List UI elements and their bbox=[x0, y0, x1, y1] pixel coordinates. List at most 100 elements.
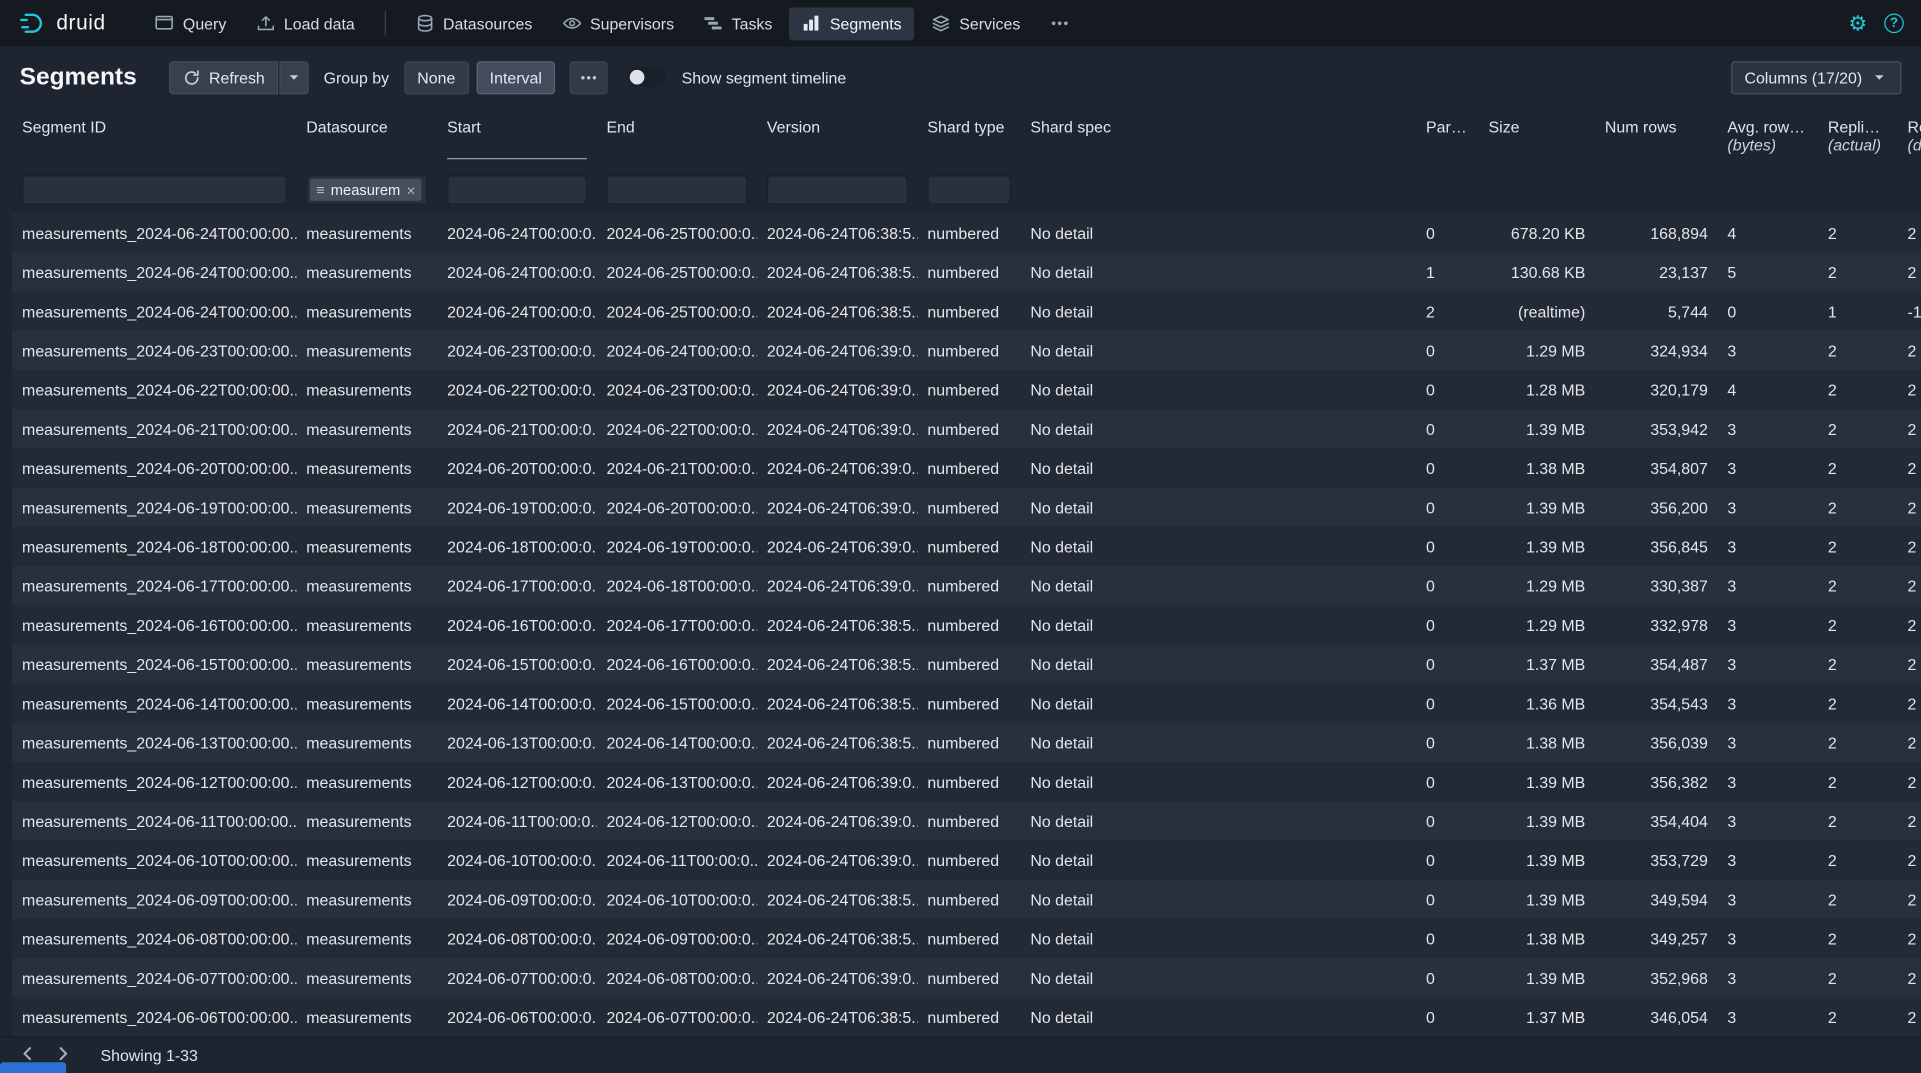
column-header-end[interactable]: End bbox=[597, 108, 757, 167]
segment-row[interactable]: measurements_2024-06-07T00:00:00....meas… bbox=[12, 958, 1921, 997]
refresh-dropdown-button[interactable] bbox=[279, 61, 308, 94]
cell-num_rows: 349,257 bbox=[1595, 919, 1718, 958]
cell-repl_factor: 2 bbox=[1898, 448, 1921, 487]
segment-timeline-switch[interactable] bbox=[628, 67, 667, 87]
cell-start: 2024-06-07T00:00:0... bbox=[437, 958, 596, 997]
column-header-version[interactable]: Version bbox=[757, 108, 917, 167]
datasource-filter-tag[interactable]: ≡measurem× bbox=[310, 179, 422, 201]
cell-avg_row_size: 3 bbox=[1718, 644, 1818, 683]
segment-row[interactable]: measurements_2024-06-18T00:00:00....meas… bbox=[12, 527, 1921, 566]
cell-shard_type: numbered bbox=[918, 723, 1021, 762]
segment-row[interactable]: measurements_2024-06-16T00:00:00....meas… bbox=[12, 605, 1921, 644]
filter-cell-datasource: ≡measurem× bbox=[296, 167, 437, 214]
nav-item-datasources[interactable]: Datasources bbox=[403, 7, 545, 40]
segment-row[interactable]: measurements_2024-06-24T00:00:00....meas… bbox=[12, 213, 1921, 252]
segment-row[interactable]: measurements_2024-06-24T00:00:00....meas… bbox=[12, 252, 1921, 291]
query-icon bbox=[155, 13, 175, 33]
more-icon bbox=[580, 68, 598, 86]
segment-row[interactable]: measurements_2024-06-15T00:00:00....meas… bbox=[12, 644, 1921, 683]
cell-datasource: measurements bbox=[296, 801, 437, 840]
column-header-replicas[interactable]: Replicas(actual) bbox=[1818, 108, 1898, 167]
segment-row[interactable]: measurements_2024-06-10T00:00:00....meas… bbox=[12, 840, 1921, 879]
filter-input-start[interactable] bbox=[447, 175, 587, 204]
column-header-shard_type[interactable]: Shard type bbox=[918, 108, 1021, 167]
column-header-shard_spec[interactable]: Shard spec bbox=[1021, 108, 1417, 167]
column-label-partition: Partition bbox=[1426, 118, 1469, 136]
segment-row[interactable]: measurements_2024-06-19T00:00:00....meas… bbox=[12, 488, 1921, 527]
group-by-none-button[interactable]: None bbox=[404, 61, 469, 94]
segment-row[interactable]: measurements_2024-06-24T00:00:00....meas… bbox=[12, 292, 1921, 331]
settings-gear-icon[interactable]: ⚙ bbox=[1848, 13, 1867, 34]
cell-size: 1.38 MB bbox=[1479, 723, 1595, 762]
cell-partition: 0 bbox=[1416, 997, 1478, 1036]
cell-repl_factor: 2 bbox=[1898, 213, 1921, 252]
brand[interactable]: druid bbox=[17, 10, 106, 37]
column-header-num_rows[interactable]: Num rows bbox=[1595, 108, 1718, 167]
segment-row[interactable]: measurements_2024-06-09T00:00:00....meas… bbox=[12, 880, 1921, 919]
column-sublabel-avg_row_size: (bytes) bbox=[1727, 136, 1808, 154]
cell-version: 2024-06-24T06:39:0... bbox=[757, 448, 917, 487]
cell-size: 1.39 MB bbox=[1479, 488, 1595, 527]
filter-input-version[interactable] bbox=[767, 175, 908, 204]
cell-avg_row_size: 3 bbox=[1718, 684, 1818, 723]
cell-shard_spec: No detail bbox=[1021, 684, 1417, 723]
nav-item-services[interactable]: Services bbox=[919, 7, 1033, 40]
cell-shard_type: numbered bbox=[918, 684, 1021, 723]
column-header-avg_row_size[interactable]: Avg. row size(bytes) bbox=[1718, 108, 1818, 167]
nav-item-more[interactable] bbox=[1037, 7, 1081, 40]
column-header-datasource[interactable]: Datasource bbox=[296, 108, 437, 167]
filter-input-datasource[interactable]: ≡measurem× bbox=[306, 175, 427, 204]
cell-end: 2024-06-25T00:00:0... bbox=[597, 292, 757, 331]
cell-partition: 0 bbox=[1416, 213, 1478, 252]
cell-segment_id: measurements_2024-06-19T00:00:00.... bbox=[12, 488, 296, 527]
cell-datasource: measurements bbox=[296, 880, 437, 919]
nav-item-supervisors[interactable]: Supervisors bbox=[550, 7, 687, 40]
filter-input-segment_id[interactable] bbox=[22, 175, 287, 204]
segment-row[interactable]: measurements_2024-06-11T00:00:00....meas… bbox=[12, 801, 1921, 840]
segment-row[interactable]: measurements_2024-06-12T00:00:00....meas… bbox=[12, 762, 1921, 801]
refresh-icon bbox=[182, 68, 200, 86]
cell-datasource: measurements bbox=[296, 723, 437, 762]
cell-segment_id: measurements_2024-06-24T00:00:00.... bbox=[12, 213, 296, 252]
cell-size: 1.38 MB bbox=[1479, 448, 1595, 487]
segment-row[interactable]: measurements_2024-06-06T00:00:00....meas… bbox=[12, 997, 1921, 1036]
filter-input-end[interactable] bbox=[606, 175, 747, 204]
segment-row[interactable]: measurements_2024-06-14T00:00:00....meas… bbox=[12, 684, 1921, 723]
segment-row[interactable]: measurements_2024-06-23T00:00:00....meas… bbox=[12, 331, 1921, 370]
navbar-divider bbox=[384, 11, 385, 36]
segment-row[interactable]: measurements_2024-06-08T00:00:00....meas… bbox=[12, 919, 1921, 958]
column-header-segment_id[interactable]: Segment ID bbox=[12, 108, 296, 167]
segments-table: Segment IDDatasourceStartEndVersionShard… bbox=[12, 108, 1921, 1037]
cell-datasource: measurements bbox=[296, 213, 437, 252]
segment-row[interactable]: measurements_2024-06-22T00:00:00....meas… bbox=[12, 370, 1921, 409]
remove-filter-icon[interactable]: × bbox=[406, 182, 415, 198]
column-header-repl_factor[interactable]: Replication factor(desired) bbox=[1898, 108, 1921, 167]
cell-segment_id: measurements_2024-06-12T00:00:00.... bbox=[12, 762, 296, 801]
segment-row[interactable]: measurements_2024-06-13T00:00:00....meas… bbox=[12, 723, 1921, 762]
column-header-start[interactable]: Start bbox=[437, 108, 596, 167]
cell-replicas: 2 bbox=[1818, 605, 1898, 644]
cell-num_rows: 353,942 bbox=[1595, 409, 1718, 448]
nav-item-query[interactable]: Query bbox=[142, 7, 238, 40]
segment-row[interactable]: measurements_2024-06-17T00:00:00....meas… bbox=[12, 566, 1921, 605]
load-data-icon bbox=[256, 13, 276, 33]
cell-partition: 0 bbox=[1416, 958, 1478, 997]
cell-shard_spec: No detail bbox=[1021, 527, 1417, 566]
column-header-size[interactable]: Size bbox=[1479, 108, 1595, 167]
refresh-button[interactable]: Refresh bbox=[169, 61, 279, 94]
help-icon[interactable]: ? bbox=[1884, 13, 1904, 33]
nav-item-load-data[interactable]: Load data bbox=[243, 7, 367, 40]
cell-end: 2024-06-23T00:00:0... bbox=[597, 370, 757, 409]
segment-row[interactable]: measurements_2024-06-20T00:00:00....meas… bbox=[12, 448, 1921, 487]
cell-end: 2024-06-20T00:00:0... bbox=[597, 488, 757, 527]
more-options-button[interactable] bbox=[570, 61, 608, 94]
column-header-partition[interactable]: Partition bbox=[1416, 108, 1478, 167]
columns-button[interactable]: Columns (17/20) bbox=[1731, 61, 1901, 94]
nav-item-tasks[interactable]: Tasks bbox=[691, 7, 784, 40]
group-by-interval-button[interactable]: Interval bbox=[476, 61, 555, 94]
filter-input-shard_type[interactable] bbox=[927, 175, 1010, 204]
brand-name: druid bbox=[56, 11, 105, 36]
segment-row[interactable]: measurements_2024-06-21T00:00:00....meas… bbox=[12, 409, 1921, 448]
cell-shard_spec: No detail bbox=[1021, 331, 1417, 370]
nav-item-segments[interactable]: Segments bbox=[790, 7, 914, 40]
